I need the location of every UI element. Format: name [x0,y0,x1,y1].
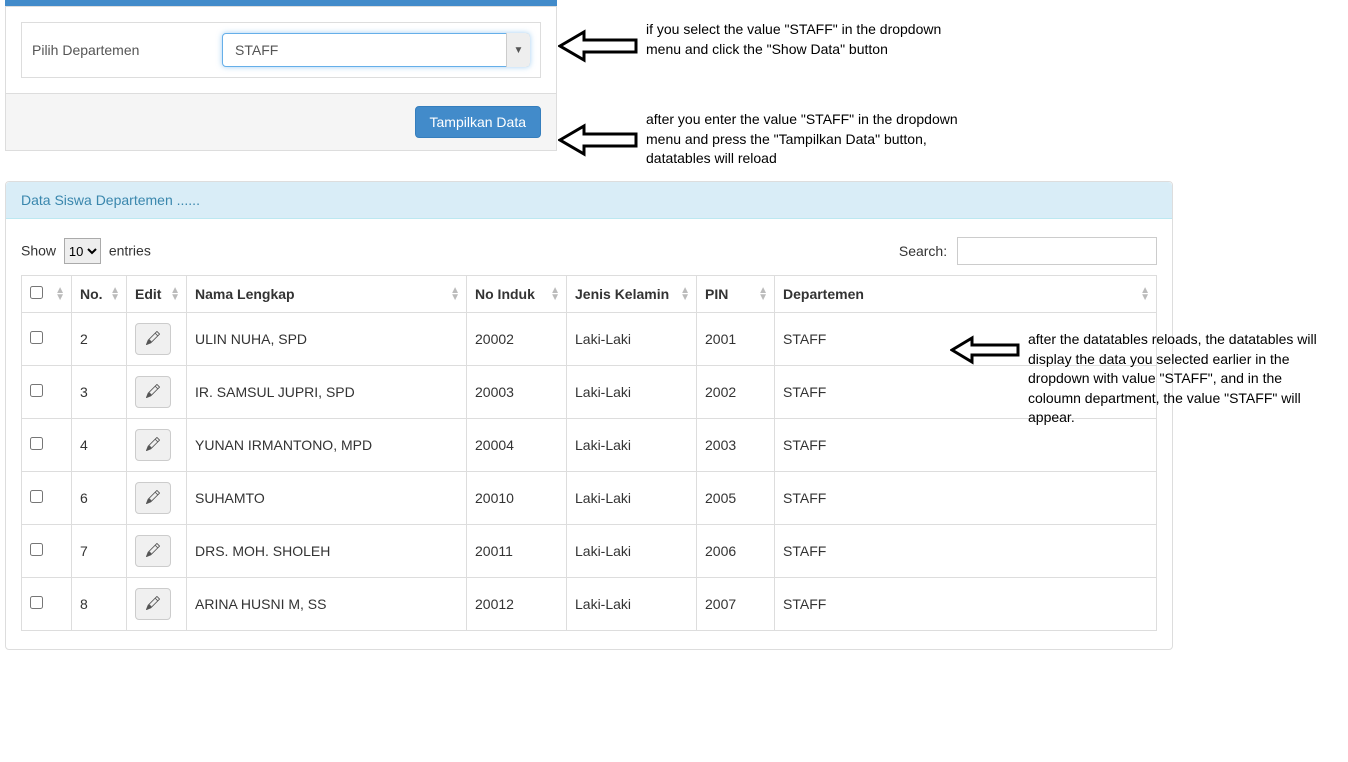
cell-jk: Laki-Laki [567,578,697,631]
row-checkbox[interactable] [30,384,43,397]
cell-dept: STAFF [775,525,1157,578]
length-select[interactable]: 10 [64,238,101,264]
cell-jk: Laki-Laki [567,525,697,578]
cell-jk: Laki-Laki [567,366,697,419]
cell-pin: 2006 [697,525,775,578]
cell-jk: Laki-Laki [567,313,697,366]
cell-induk: 20002 [467,313,567,366]
arrow-left-icon [558,28,638,64]
filter-label: Pilih Departemen [32,42,222,58]
col-header-dept[interactable]: Departemen▲▼ [775,276,1157,313]
arrow-left-icon [558,122,638,158]
pencil-icon [146,437,160,454]
department-select[interactable] [222,33,530,67]
cell-jk: Laki-Laki [567,419,697,472]
edit-button[interactable] [135,588,171,620]
length-label-pre: Show [21,243,56,259]
col-header-check[interactable]: ▲▼ [22,276,72,313]
pencil-icon [146,490,160,507]
cell-induk: 20012 [467,578,567,631]
search-control: Search: [899,237,1157,265]
cell-induk: 20003 [467,366,567,419]
pencil-icon [146,543,160,560]
row-checkbox[interactable] [30,543,43,556]
cell-nama: SUHAMTO [187,472,467,525]
edit-button[interactable] [135,323,171,355]
cell-no: 7 [72,525,127,578]
table-row: 8 ARINA HUSNI M, SS20012Laki-Laki2007STAF… [22,578,1157,631]
cell-no: 4 [72,419,127,472]
sort-icon: ▲▼ [680,287,690,301]
table-row: 3 IR. SAMSUL JUPRI, SPD20003Laki-Laki2002… [22,366,1157,419]
cell-induk: 20010 [467,472,567,525]
cell-nama: ARINA HUSNI M, SS [187,578,467,631]
edit-button[interactable] [135,376,171,408]
row-checkbox[interactable] [30,596,43,609]
table-row: 4YUNAN IRMANTONO, MPD20004Laki-Laki2003S… [22,419,1157,472]
annotation-1: if you select the value "STAFF" in the d… [646,20,956,59]
sort-icon: ▲▼ [450,287,460,301]
sort-icon: ▲▼ [170,287,180,301]
table-row: 7 DRS. MOH. SHOLEH20011Laki-Laki2006STAFF [22,525,1157,578]
cell-dept: STAFF [775,472,1157,525]
panel-title: Data Siswa Departemen ...... [6,182,1172,219]
sort-icon: ▲▼ [110,287,120,301]
col-header-no[interactable]: No.▲▼ [72,276,127,313]
pencil-icon [146,384,160,401]
search-input[interactable] [957,237,1157,265]
length-label-post: entries [109,243,151,259]
show-data-button[interactable]: Tampilkan Data [415,106,542,138]
search-label: Search: [899,243,947,259]
pencil-icon [146,331,160,348]
row-checkbox[interactable] [30,331,43,344]
sort-icon: ▲▼ [550,287,560,301]
pencil-icon [146,596,160,613]
edit-button[interactable] [135,482,171,514]
cell-pin: 2005 [697,472,775,525]
arrow-left-icon [950,335,1020,365]
cell-pin: 2002 [697,366,775,419]
cell-no: 8 [72,578,127,631]
cell-nama: IR. SAMSUL JUPRI, SPD [187,366,467,419]
cell-nama: DRS. MOH. SHOLEH [187,525,467,578]
annotation-3: after the datatables reloads, the datata… [1028,330,1338,428]
data-panel: Data Siswa Departemen ...... Show 10 ent… [5,181,1173,650]
cell-nama: ULIN NUHA, SPD [187,313,467,366]
select-all-checkbox[interactable] [30,286,43,299]
cell-jk: Laki-Laki [567,472,697,525]
cell-dept: STAFF [775,578,1157,631]
cell-induk: 20004 [467,419,567,472]
sort-icon: ▲▼ [758,287,768,301]
sort-icon: ▲▼ [1140,287,1150,301]
row-checkbox[interactable] [30,490,43,503]
cell-induk: 20011 [467,525,567,578]
col-header-pin[interactable]: PIN▲▼ [697,276,775,313]
length-control: Show 10 entries [21,238,151,264]
annotation-2: after you enter the value "STAFF" in the… [646,110,986,169]
cell-pin: 2003 [697,419,775,472]
cell-no: 2 [72,313,127,366]
cell-pin: 2007 [697,578,775,631]
edit-button[interactable] [135,429,171,461]
col-header-jk[interactable]: Jenis Kelamin▲▼ [567,276,697,313]
col-header-edit[interactable]: Edit▲▼ [127,276,187,313]
filter-panel: Pilih Departemen ▼ Tampilkan Data [5,6,557,151]
data-table: ▲▼ No.▲▼ Edit▲▼ Nama Lengkap▲▼ No Induk▲… [21,275,1157,631]
table-row: 6 SUHAMTO20010Laki-Laki2005STAFF [22,472,1157,525]
cell-no: 3 [72,366,127,419]
sort-icon: ▲▼ [55,287,65,301]
cell-nama: YUNAN IRMANTONO, MPD [187,419,467,472]
cell-no: 6 [72,472,127,525]
cell-pin: 2001 [697,313,775,366]
row-checkbox[interactable] [30,437,43,450]
col-header-nama[interactable]: Nama Lengkap▲▼ [187,276,467,313]
edit-button[interactable] [135,535,171,567]
col-header-induk[interactable]: No Induk▲▼ [467,276,567,313]
